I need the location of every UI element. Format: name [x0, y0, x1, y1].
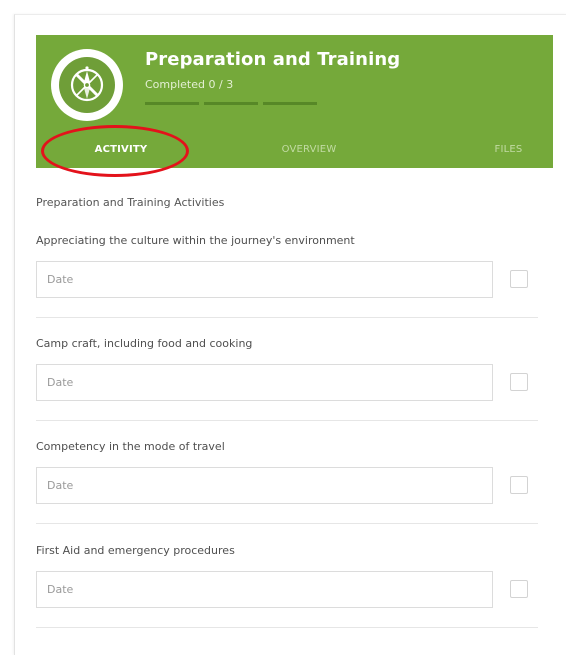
progress-segment	[263, 102, 317, 105]
tab-files[interactable]: FILES	[466, 133, 551, 168]
page-title: Preparation and Training	[145, 49, 401, 70]
completion-checkbox[interactable]	[510, 270, 528, 288]
progress-indicator	[145, 102, 317, 105]
completion-checkbox[interactable]	[510, 476, 528, 494]
divider	[36, 523, 538, 524]
tab-activity[interactable]: ACTIVITY	[46, 133, 196, 170]
activity-label: Appreciating the culture within the jour…	[36, 234, 355, 247]
section-title: Preparation and Training Activities	[36, 196, 225, 209]
activity-label: First Aid and emergency procedures	[36, 544, 235, 557]
date-input[interactable]	[36, 467, 493, 504]
activity-label: Camp craft, including food and cooking	[36, 337, 253, 350]
badge-circle	[59, 57, 115, 113]
divider	[36, 627, 538, 628]
date-input[interactable]	[36, 261, 493, 298]
section-header: Preparation and Training Completed 0 / 3…	[36, 35, 553, 170]
compass-icon	[70, 66, 104, 102]
divider	[36, 420, 538, 421]
divider	[36, 317, 538, 318]
completion-checkbox[interactable]	[510, 373, 528, 391]
date-input[interactable]	[36, 364, 493, 401]
completion-status: Completed 0 / 3	[145, 78, 234, 91]
activity-label: Competency in the mode of travel	[36, 440, 225, 453]
date-input[interactable]	[36, 571, 493, 608]
tab-bar: ACTIVITY OVERVIEW FILES	[36, 133, 553, 170]
progress-segment	[204, 102, 258, 105]
completion-checkbox[interactable]	[510, 580, 528, 598]
progress-segment	[145, 102, 199, 105]
section-badge	[51, 49, 123, 121]
tab-overview[interactable]: OVERVIEW	[224, 133, 394, 168]
